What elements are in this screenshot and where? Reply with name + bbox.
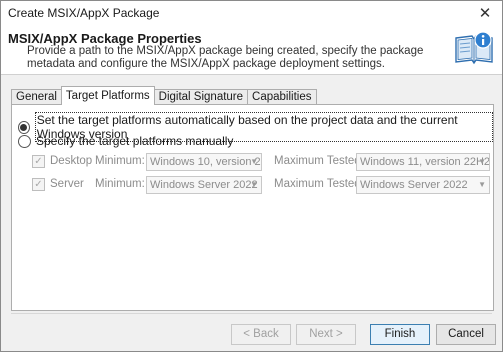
server-checkbox[interactable]: ✓ <box>32 178 45 191</box>
server-maximum-value: Windows Server 2022 <box>360 179 468 191</box>
server-minimum-value: Windows Server 2022 <box>150 179 258 191</box>
chevron-down-icon: ▼ <box>250 180 258 189</box>
chevron-down-icon: ▼ <box>250 157 258 166</box>
radio-auto-button[interactable] <box>18 120 30 134</box>
server-minimum-label: Minimum: <box>95 178 145 190</box>
desktop-maximum-label: Maximum Tested: <box>274 155 364 167</box>
window-title: Create MSIX/AppX Package <box>8 6 160 20</box>
chevron-down-icon: ▼ <box>478 180 486 189</box>
tab-capabilities[interactable]: Capabilities <box>247 89 317 105</box>
close-button[interactable]: ✕ <box>468 1 502 25</box>
tab-digital-signature[interactable]: Digital Signature <box>153 89 249 105</box>
book-info-icon <box>455 31 493 65</box>
desktop-maximum-value: Windows 11, version 22H2 <box>360 156 490 168</box>
server-maximum-label: Maximum Tested: <box>274 178 364 190</box>
tab-general[interactable]: General <box>11 89 62 105</box>
chevron-down-icon: ▼ <box>478 157 486 166</box>
tab-target-platforms[interactable]: Target Platforms <box>60 86 155 105</box>
target-platforms-panel: Set the target platforms automatically b… <box>11 104 494 311</box>
desktop-minimum-label: Minimum: <box>95 155 145 167</box>
cancel-button[interactable]: Cancel <box>436 324 496 345</box>
radio-manual-platforms[interactable]: Specify the target platforms manually <box>18 134 233 148</box>
desktop-minimum-value: Windows 10, version 22 <box>150 156 262 168</box>
dialog-header: MSIX/AppX Package Properties Provide a p… <box>1 25 502 75</box>
next-button[interactable]: Next > <box>296 324 356 345</box>
title-bar: Create MSIX/AppX Package ✕ <box>1 1 502 25</box>
header-description: Provide a path to the MSIX/AppX package … <box>27 45 424 70</box>
footer-divider <box>11 313 492 314</box>
desktop-label: Desktop <box>50 155 93 167</box>
desktop-checkbox[interactable]: ✓ <box>32 155 45 168</box>
radio-manual-label: Specify the target platforms manually <box>36 134 234 148</box>
server-minimum-select[interactable]: Windows Server 2022 ▼ <box>146 176 262 194</box>
close-icon: ✕ <box>478 5 492 22</box>
finish-button[interactable]: Finish <box>370 324 430 345</box>
radio-manual-button[interactable] <box>18 134 31 148</box>
platform-row-desktop: ✓ Desktop Minimum: Windows 10, version 2… <box>32 153 492 171</box>
dialog-footer: < Back Next > Finish Cancel <box>1 313 502 351</box>
create-msix-dialog: Create MSIX/AppX Package ✕ MSIX/AppX Pac… <box>0 0 503 352</box>
desktop-maximum-select[interactable]: Windows 11, version 22H2 ▼ <box>356 153 490 171</box>
desktop-minimum-select[interactable]: Windows 10, version 22 ▼ <box>146 153 262 171</box>
server-maximum-select[interactable]: Windows Server 2022 ▼ <box>356 176 490 194</box>
tab-strip: General Target Platforms Digital Signatu… <box>11 86 317 105</box>
server-label: Server <box>50 178 84 190</box>
back-button[interactable]: < Back <box>231 324 291 345</box>
header-title: MSIX/AppX Package Properties <box>8 31 202 46</box>
platform-row-server: ✓ Server Minimum: Windows Server 2022 ▼ … <box>32 176 492 194</box>
